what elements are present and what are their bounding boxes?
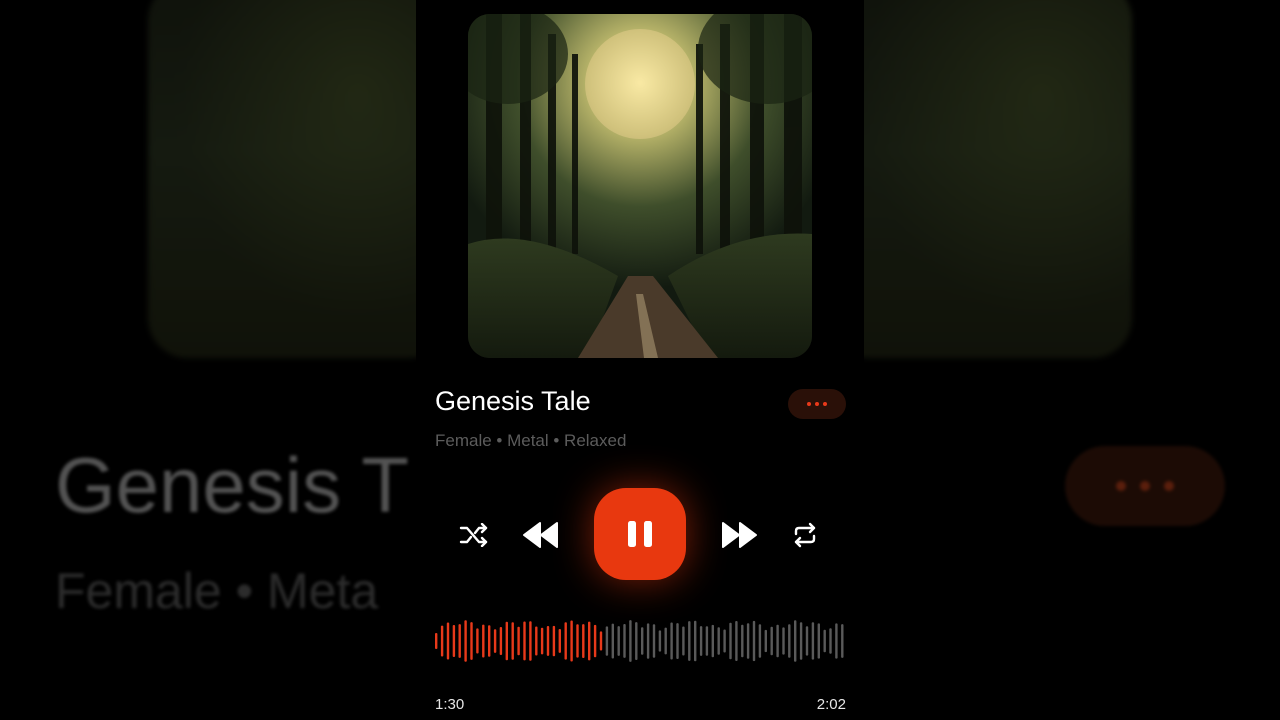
waveform-bar (605, 626, 609, 656)
waveform-bar (794, 620, 797, 662)
background-subtitle: Female • Meta (55, 563, 379, 619)
waveform-bar (658, 630, 662, 652)
waveform-bar (452, 625, 456, 657)
rewind-icon (523, 522, 558, 548)
waveform-bar (593, 624, 597, 658)
play-pause-button[interactable] (594, 488, 686, 580)
waveform-bar (694, 620, 697, 662)
dot-icon (815, 402, 819, 406)
more-options-button[interactable] (788, 389, 846, 419)
waveform-progress[interactable] (434, 612, 846, 670)
waveform-bar (776, 624, 779, 658)
waveform-bar (523, 621, 526, 661)
waveform-bar (782, 627, 785, 655)
waveform-bar (629, 620, 632, 662)
waveform-bar (646, 623, 650, 659)
waveform-bar (570, 620, 573, 662)
previous-button[interactable] (522, 518, 560, 552)
waveform-bar (676, 623, 679, 659)
waveform-bar (799, 622, 803, 660)
waveform-bar (505, 621, 508, 661)
waveform-bar (529, 621, 532, 661)
waveform-bar (488, 625, 491, 657)
waveform-bar (705, 626, 709, 656)
waveform-bar (611, 623, 614, 659)
next-button[interactable] (720, 518, 758, 552)
waveform-bar (788, 624, 791, 658)
waveform-bar (670, 622, 673, 660)
waveform-bar (823, 629, 826, 653)
waveform-bar (588, 621, 591, 661)
waveform-bar (729, 622, 732, 660)
pause-icon (628, 521, 652, 547)
waveform-bar (470, 622, 473, 660)
waveform-bar (599, 631, 603, 651)
waveform-bar (682, 626, 685, 656)
waveform-bar (664, 627, 667, 655)
background-album-art-left (148, 0, 448, 358)
album-art (468, 14, 812, 358)
waveform-bar (699, 626, 703, 656)
waveform-bar (558, 629, 561, 653)
waveform-bar (435, 633, 438, 649)
waveform-bar (623, 624, 626, 658)
waveform-bar (540, 627, 544, 655)
waveform-bar (458, 624, 461, 658)
waveform-bar (758, 624, 762, 658)
track-title: Genesis Tale (435, 386, 591, 416)
waveform-bar (811, 622, 815, 660)
waveform-bar (688, 621, 691, 661)
elapsed-time: 1:30 (435, 696, 465, 713)
waveform-bar (735, 621, 738, 661)
repeat-icon (794, 522, 816, 548)
waveform-bar (582, 624, 585, 658)
player-panel: Genesis Tale Female • Metal • Relaxed 1:… (416, 0, 864, 720)
waveform-bar (564, 622, 567, 660)
shuffle-icon (459, 523, 488, 547)
waveform-bar (617, 626, 620, 656)
background-more-button (1065, 446, 1225, 526)
background-album-art-right (830, 0, 1132, 358)
waveform-bar (752, 620, 756, 662)
waveform-bar (641, 627, 644, 655)
shuffle-button[interactable] (458, 520, 490, 550)
waveform-bar (817, 623, 820, 659)
waveform-bar (635, 622, 638, 660)
waveform-bar (764, 629, 767, 653)
waveform-bar (711, 624, 714, 658)
waveform-bar (535, 626, 538, 656)
waveform-bar (493, 629, 497, 653)
waveform-bar (576, 624, 579, 658)
waveform-bar (499, 627, 503, 655)
waveform-bar (741, 624, 744, 658)
waveform-bar (546, 626, 550, 656)
waveform-bar (552, 625, 556, 657)
waveform-bar (805, 626, 809, 656)
waveform-bar (440, 625, 444, 657)
waveform-bar (511, 622, 514, 660)
waveform-bar (723, 629, 726, 653)
waveform-bar (652, 624, 656, 658)
dot-icon (823, 402, 827, 406)
waveform-bar (746, 623, 750, 659)
dot-icon (807, 402, 811, 406)
track-tags: Female • Metal • Relaxed (435, 431, 627, 450)
waveform-bar (476, 628, 479, 654)
waveform-bar (446, 622, 450, 660)
repeat-button[interactable] (790, 520, 820, 550)
background-title: Genesis T (55, 441, 410, 529)
waveform-bar (717, 627, 720, 655)
waveform-bar (482, 624, 485, 658)
waveform-bar (835, 623, 838, 659)
waveform-bar (841, 624, 844, 658)
waveform-bar (517, 626, 520, 656)
waveform-bar (829, 628, 832, 654)
total-duration: 2:02 (816, 696, 846, 713)
fast-forward-icon (722, 522, 757, 548)
waveform-bar (464, 620, 467, 662)
waveform-bar (770, 626, 773, 656)
